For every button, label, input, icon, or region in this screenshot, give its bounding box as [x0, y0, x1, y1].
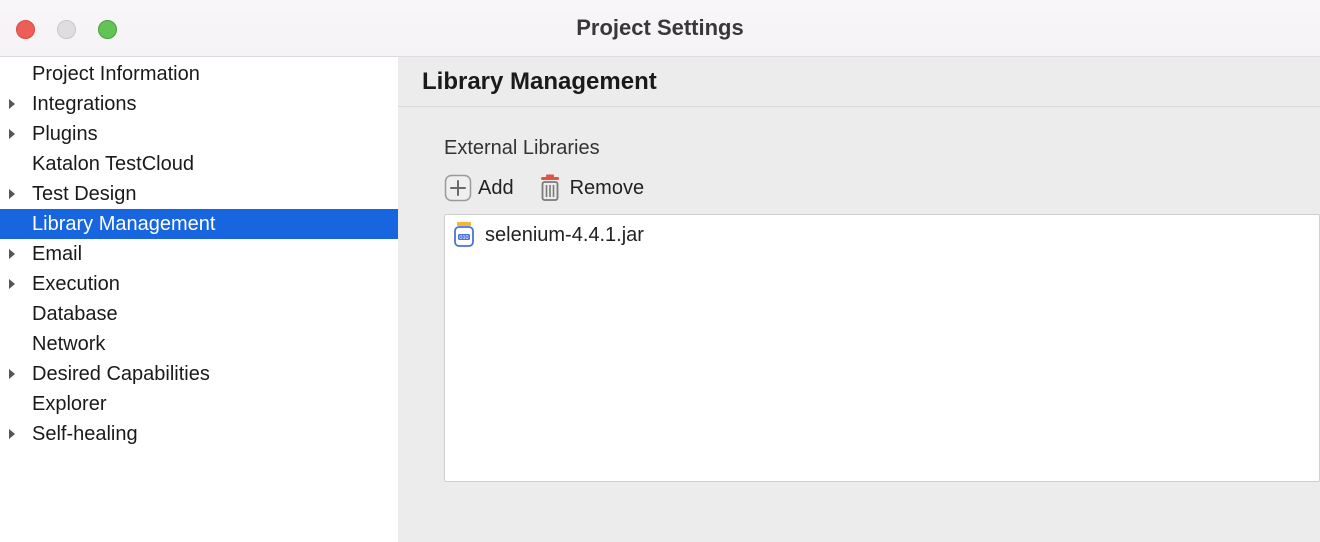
trash-icon	[536, 174, 564, 202]
sidebar-item-plugins[interactable]: Plugins	[0, 119, 398, 149]
sidebar-item-label: Network	[32, 333, 398, 356]
titlebar: Project Settings	[0, 0, 1320, 57]
main-panel: Library Management External Libraries Ad…	[398, 57, 1320, 542]
sidebar-item-label: Katalon TestCloud	[32, 153, 398, 176]
window-controls	[16, 20, 117, 39]
window-title: Project Settings	[576, 15, 743, 41]
sidebar-item-email[interactable]: Email	[0, 239, 398, 269]
sidebar-item-integrations[interactable]: Integrations	[0, 89, 398, 119]
sidebar-item-label: Execution	[32, 273, 398, 296]
add-label: Add	[478, 177, 514, 200]
sidebar-item-label: Self-healing	[32, 423, 398, 446]
disclosure-arrow-icon[interactable]	[6, 188, 32, 200]
svg-text:010: 010	[459, 235, 468, 241]
libraries-list[interactable]: 010 selenium-4.4.1.jar	[444, 214, 1320, 482]
sidebar-item-label: Library Management	[32, 213, 398, 236]
add-library-button[interactable]: Add	[444, 174, 514, 202]
library-row[interactable]: 010 selenium-4.4.1.jar	[453, 221, 1311, 249]
sidebar-item-katalon-testcloud[interactable]: Katalon TestCloud	[0, 149, 398, 179]
zoom-window-button[interactable]	[98, 20, 117, 39]
sidebar-item-library-management[interactable]: Library Management	[0, 209, 398, 239]
remove-library-button[interactable]: Remove	[536, 174, 644, 202]
sidebar-item-label: Plugins	[32, 123, 398, 146]
sidebar-item-self-healing[interactable]: Self-healing	[0, 419, 398, 449]
sidebar-item-label: Explorer	[32, 393, 398, 416]
section-label-external-libraries: External Libraries	[444, 137, 1320, 160]
sidebar-item-label: Email	[32, 243, 398, 266]
library-filename: selenium-4.4.1.jar	[485, 224, 644, 247]
settings-sidebar: Project Information Integrations Plugins Ka…	[0, 57, 398, 542]
sidebar-item-explorer[interactable]: Explorer	[0, 389, 398, 419]
disclosure-arrow-icon[interactable]	[6, 428, 32, 440]
sidebar-item-label: Project Information	[32, 63, 398, 86]
sidebar-item-database[interactable]: Database	[0, 299, 398, 329]
sidebar-item-execution[interactable]: Execution	[0, 269, 398, 299]
disclosure-arrow-icon[interactable]	[6, 278, 32, 290]
sidebar-item-label: Test Design	[32, 183, 398, 206]
sidebar-item-desired-capabilities[interactable]: Desired Capabilities	[0, 359, 398, 389]
disclosure-arrow-icon[interactable]	[6, 128, 32, 140]
panel-header: Library Management	[398, 57, 1320, 107]
jar-file-icon: 010	[453, 222, 475, 248]
disclosure-arrow-icon[interactable]	[6, 248, 32, 260]
minimize-window-button[interactable]	[57, 20, 76, 39]
disclosure-arrow-icon[interactable]	[6, 98, 32, 110]
sidebar-item-test-design[interactable]: Test Design	[0, 179, 398, 209]
remove-label: Remove	[570, 177, 644, 200]
sidebar-item-network[interactable]: Network	[0, 329, 398, 359]
sidebar-item-label: Desired Capabilities	[32, 363, 398, 386]
sidebar-item-project-information[interactable]: Project Information	[0, 59, 398, 89]
sidebar-item-label: Integrations	[32, 93, 398, 116]
plus-icon	[444, 174, 472, 202]
disclosure-arrow-icon[interactable]	[6, 368, 32, 380]
sidebar-item-label: Database	[32, 303, 398, 326]
libraries-toolbar: Add Remove	[444, 174, 1320, 202]
close-window-button[interactable]	[16, 20, 35, 39]
